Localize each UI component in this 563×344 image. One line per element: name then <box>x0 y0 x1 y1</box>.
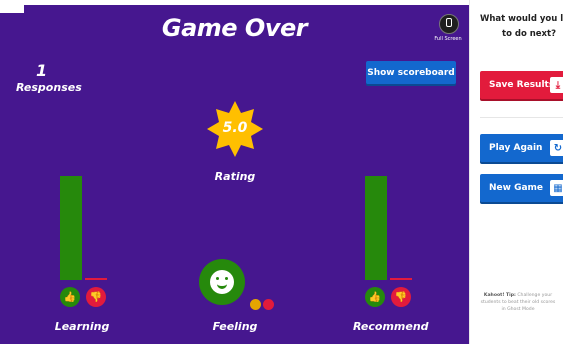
recommend-negative-bar <box>390 278 412 280</box>
save-results-label: Save Results <box>489 80 555 90</box>
responses-count: 1 <box>36 61 48 80</box>
save-results-button[interactable]: Save Results ⤓ <box>480 71 563 99</box>
next-question-line1: What would you like <box>480 14 563 24</box>
learning-thumbs-up-icon: 👍 <box>60 287 80 307</box>
page-title: Game Over <box>161 14 308 42</box>
top-strip <box>0 0 469 5</box>
replay-icon: ↻ <box>550 140 563 156</box>
kahoot-tip: Kahoot! Tip: Challenge your students to … <box>478 292 558 313</box>
new-game-label: New Game <box>489 183 544 193</box>
rating-value: 5.0 <box>222 120 248 136</box>
divider <box>480 117 563 118</box>
smiley-face-glyph <box>210 270 234 294</box>
learning-label: Learning <box>54 320 110 333</box>
play-again-button[interactable]: Play Again ↻ <box>480 134 563 162</box>
fullscreen-label[interactable]: Full Screen <box>430 36 466 42</box>
play-again-label: Play Again <box>489 143 543 153</box>
recommend-positive-bar <box>365 176 387 280</box>
new-game-button[interactable]: New Game ▦ <box>480 174 563 202</box>
feeling-label: Feeling <box>212 320 258 333</box>
next-actions-sidebar: What would you like to do next? Save Res… <box>469 0 563 344</box>
fullscreen-icon[interactable] <box>439 14 459 34</box>
responses-label: Responses <box>16 81 82 94</box>
recommend-thumbs-up-icon: 👍 <box>365 287 385 307</box>
next-question: What would you like to do next? <box>480 12 563 42</box>
feeling-sad-icon <box>263 299 274 310</box>
learning-positive-bar <box>60 176 82 280</box>
learning-negative-bar <box>85 278 107 280</box>
next-question-line2: to do next? <box>502 29 557 39</box>
learning-thumbs-down-icon: 👎 <box>86 287 106 307</box>
show-scoreboard-button[interactable]: Show scoreboard <box>366 61 456 84</box>
feeling-neutral-icon <box>250 299 261 310</box>
rating-label: Rating <box>214 170 256 183</box>
tip-title: Kahoot! Tip: <box>483 293 516 298</box>
grid-icon: ▦ <box>550 180 563 196</box>
top-left-corner <box>0 5 24 13</box>
recommend-label: Recommend <box>353 320 429 333</box>
recommend-thumbs-down-icon: 👎 <box>391 287 411 307</box>
download-icon: ⤓ <box>550 77 563 93</box>
feeling-smiley-face-icon <box>199 259 245 305</box>
game-over-panel: Game Over Full Screen 1 Responses Show s… <box>0 0 469 344</box>
